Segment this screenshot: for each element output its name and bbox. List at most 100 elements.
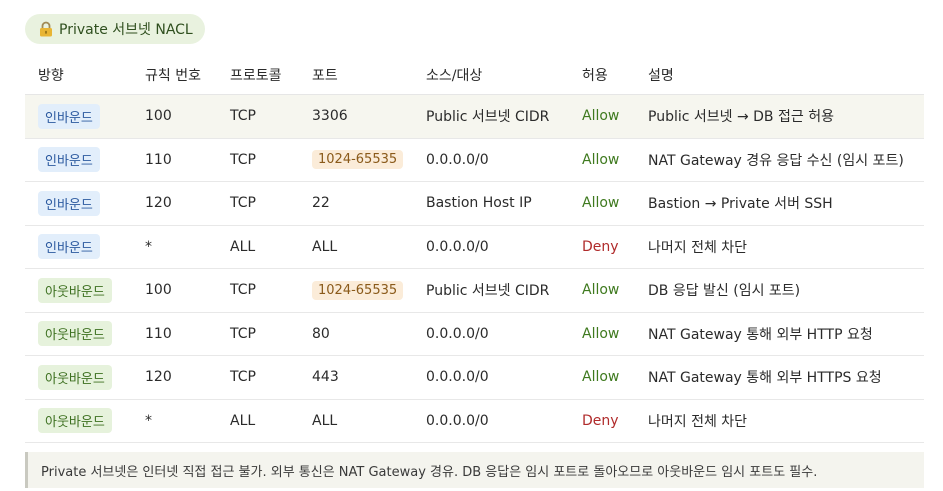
action-cell: Allow: [582, 95, 648, 139]
action-cell: Allow: [582, 356, 648, 400]
action: Allow: [582, 195, 620, 212]
protocol-cell: ALL: [230, 399, 312, 443]
port-cell: ALL: [312, 225, 426, 269]
rule-number: *: [145, 412, 152, 429]
protocol-cell: TCP: [230, 95, 312, 139]
description: Public 서브넷 → DB 접근 허용: [648, 109, 834, 126]
protocol: TCP: [230, 325, 256, 342]
direction-badge: 아웃바운드: [38, 321, 112, 347]
col-source-dest: 소스/대상: [426, 56, 582, 95]
protocol: TCP: [230, 369, 256, 386]
rule-number: 100: [145, 108, 172, 125]
action: Allow: [582, 151, 620, 168]
port-cell: ALL: [312, 399, 426, 443]
source-dest: 0.0.0.0/0: [426, 151, 489, 168]
protocol: TCP: [230, 108, 256, 125]
table-header-row: 방향 규칙 번호 프로토콜 포트 소스/대상 허용 설명: [25, 56, 924, 95]
protocol-cell: TCP: [230, 356, 312, 400]
source-dest-cell: Public 서브넷 CIDR: [426, 95, 582, 139]
source-dest: 0.0.0.0/0: [426, 369, 489, 386]
rule-number-cell: 100: [145, 269, 230, 313]
action-cell: Allow: [582, 138, 648, 182]
action-cell: Allow: [582, 182, 648, 226]
port: 443: [312, 369, 339, 386]
description: 나머지 전체 차단: [648, 239, 748, 256]
action: Deny: [582, 412, 619, 429]
direction-badge-cell: 인바운드: [25, 225, 145, 269]
action-cell: Deny: [582, 225, 648, 269]
direction-badge-cell: 인바운드: [25, 182, 145, 226]
description: NAT Gateway 경유 응답 수신 (임시 포트): [648, 152, 904, 169]
description-cell: DB 응답 발신 (임시 포트): [648, 269, 924, 313]
description: 나머지 전체 차단: [648, 413, 748, 430]
rule-number-cell: 110: [145, 138, 230, 182]
action: Allow: [582, 369, 620, 386]
protocol-cell: ALL: [230, 225, 312, 269]
source-dest: Public 서브넷 CIDR: [426, 283, 550, 300]
source-dest: Public 서브넷 CIDR: [426, 109, 550, 126]
action: Allow: [582, 108, 620, 125]
rule-number-cell: 100: [145, 95, 230, 139]
table-row: 인바운드 120 TCP 22 Bastion Host IP Allow Bastion …: [25, 182, 924, 226]
rule-number: 110: [145, 151, 172, 168]
port-cell: 1024-65535: [312, 269, 426, 313]
section-title: Private 서브넷 NACL: [59, 22, 193, 38]
port: 1024-65535: [312, 150, 404, 170]
nacl-table: 방향 규칙 번호 프로토콜 포트 소스/대상 허용 설명 인바운드 100 TCP 3…: [25, 56, 924, 443]
lock-icon: [39, 21, 53, 37]
port-cell: 443: [312, 356, 426, 400]
protocol: TCP: [230, 282, 256, 299]
description-cell: Public 서브넷 → DB 접근 허용: [648, 95, 924, 139]
protocol: TCP: [230, 195, 256, 212]
rule-number-cell: *: [145, 225, 230, 269]
description-cell: 나머지 전체 차단: [648, 225, 924, 269]
rule-number: 110: [145, 325, 172, 342]
action-cell: Deny: [582, 399, 648, 443]
description-cell: NAT Gateway 통해 외부 HTTPS 요청: [648, 356, 924, 400]
rule-number-cell: 120: [145, 356, 230, 400]
action: Allow: [582, 325, 620, 342]
table-row: 인바운드 * ALL ALL 0.0.0.0/0 Deny 나머지 전체 차단: [25, 225, 924, 269]
description-cell: Bastion → Private 서버 SSH: [648, 182, 924, 226]
description-cell: 나머지 전체 차단: [648, 399, 924, 443]
action: Allow: [582, 282, 620, 299]
source-dest-cell: 0.0.0.0/0: [426, 399, 582, 443]
direction-badge: 인바운드: [38, 103, 100, 129]
port-cell: 3306: [312, 95, 426, 139]
port: 3306: [312, 108, 348, 125]
table-row: 인바운드 100 TCP 3306 Public 서브넷 CIDR Allow Public…: [25, 94, 924, 139]
description-cell: NAT Gateway 경유 응답 수신 (임시 포트): [648, 138, 924, 182]
rule-number-cell: 120: [145, 182, 230, 226]
info-note-text: Private 서브넷은 인터넷 직접 접근 불가. 외부 통신은 NAT Ga…: [41, 464, 818, 480]
direction-badge: 아웃바운드: [38, 408, 112, 434]
source-dest: 0.0.0.0/0: [426, 238, 489, 255]
port: 80: [312, 325, 330, 342]
port-cell: 1024-65535: [312, 138, 426, 182]
protocol-cell: TCP: [230, 138, 312, 182]
direction-badge: 인바운드: [38, 190, 100, 216]
section-title-badge: Private 서브넷 NACL: [25, 14, 205, 44]
direction-badge-cell: 아웃바운드: [25, 356, 145, 400]
source-dest: 0.0.0.0/0: [426, 325, 489, 342]
protocol: ALL: [230, 238, 256, 255]
protocol-cell: TCP: [230, 182, 312, 226]
table-row: 인바운드 110 TCP 1024-65535 0.0.0.0/0 Allow NAT Ga…: [25, 138, 924, 182]
direction-badge: 아웃바운드: [38, 364, 112, 390]
source-dest-cell: Public 서브넷 CIDR: [426, 269, 582, 313]
protocol: TCP: [230, 151, 256, 168]
rule-number: 100: [145, 282, 172, 299]
rule-number: 120: [145, 195, 172, 212]
description: NAT Gateway 통해 외부 HTTP 요청: [648, 326, 873, 343]
description-cell: NAT Gateway 통해 외부 HTTP 요청: [648, 312, 924, 356]
col-protocol: 프로토콜: [230, 56, 312, 95]
source-dest-cell: 0.0.0.0/0: [426, 356, 582, 400]
port: ALL: [312, 238, 338, 255]
col-rule-number: 규칙 번호: [145, 56, 230, 95]
table-row: 아웃바운드 * ALL ALL 0.0.0.0/0 Deny 나머지 전체 차단: [25, 399, 924, 443]
direction-badge-cell: 아웃바운드: [25, 312, 145, 356]
col-action: 허용: [582, 56, 648, 95]
description: NAT Gateway 통해 외부 HTTPS 요청: [648, 370, 882, 387]
port-cell: 22: [312, 182, 426, 226]
info-note: Private 서브넷은 인터넷 직접 접근 불가. 외부 통신은 NAT Ga…: [25, 452, 924, 488]
table-row: 아웃바운드 110 TCP 80 0.0.0.0/0 Allow NAT Gateway 통…: [25, 312, 924, 356]
